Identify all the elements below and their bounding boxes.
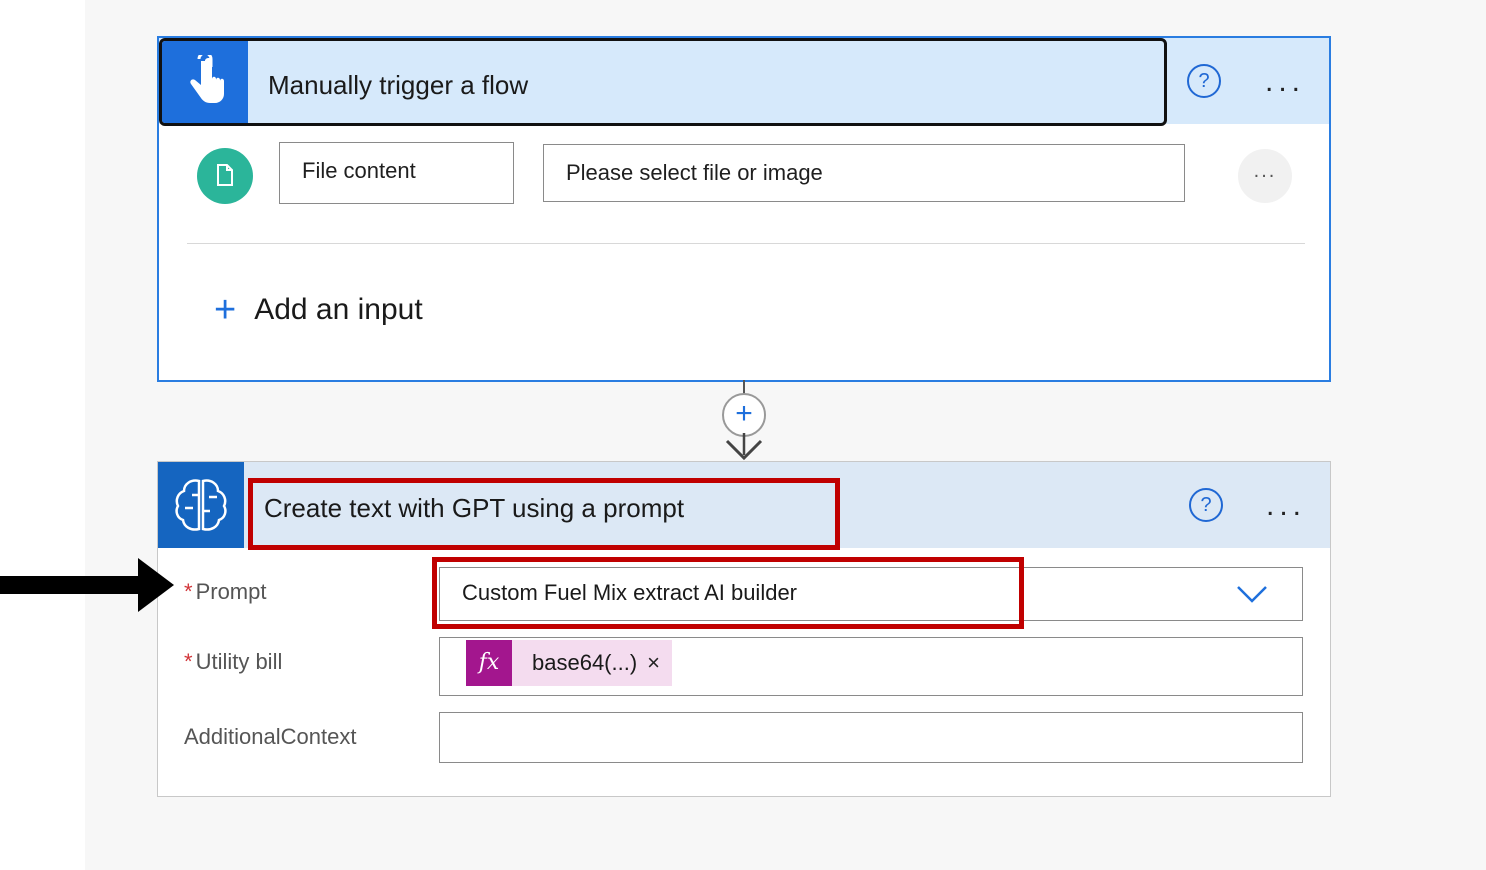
file-icon [217,164,233,186]
remove-token-icon[interactable]: × [647,650,672,676]
more-options-icon[interactable]: ... [1266,491,1306,521]
expression-token[interactable]: fx base64(...) × [466,640,673,686]
plus-icon: + [214,289,237,331]
annotation-highlight-title [248,478,840,550]
annotation-arrow-icon [0,558,174,612]
input-name-field[interactable]: File content [279,142,514,204]
divider [187,243,1305,244]
trigger-icon-tile [162,41,248,123]
add-input-label: Add an input [254,293,423,326]
additional-context-input[interactable] [439,712,1303,763]
prompt-label-text: Prompt [195,579,267,604]
annotation-highlight-prompt [432,557,1024,629]
insert-step-button[interactable]: + [722,393,766,437]
utility-bill-label: * Utility bill [184,649,282,675]
chevron-down-arrow-icon [725,433,763,461]
file-type-avatar [197,148,253,204]
trigger-header[interactable]: Manually trigger a flow ? ... [159,38,1329,126]
token-text: base64(...) [532,650,638,675]
help-icon[interactable]: ? [1187,64,1221,98]
add-input-button[interactable]: + Add an input [214,288,423,332]
help-icon[interactable]: ? [1189,488,1223,522]
additional-context-label: AdditionalContext [184,724,357,749]
trigger-title: Manually trigger a flow [268,70,529,100]
required-marker: * [184,649,193,674]
function-fx-icon: fx [466,640,512,686]
chevron-down-icon[interactable] [1236,585,1268,603]
more-options-icon[interactable]: ... [1265,67,1305,97]
prompt-label: * Prompt [184,579,266,605]
utility-bill-label-text: Utility bill [195,649,283,674]
trigger-header-selected[interactable]: Manually trigger a flow [159,38,1167,126]
input-more-button[interactable]: ... [1238,149,1292,203]
trigger-card[interactable]: Manually trigger a flow ? ... File conte… [157,36,1331,382]
touch-hand-icon [190,55,224,103]
action-icon-tile [158,462,244,548]
required-marker: * [184,579,193,604]
input-description-field[interactable]: Please select file or image [543,144,1185,202]
ai-builder-brain-icon [175,479,227,531]
